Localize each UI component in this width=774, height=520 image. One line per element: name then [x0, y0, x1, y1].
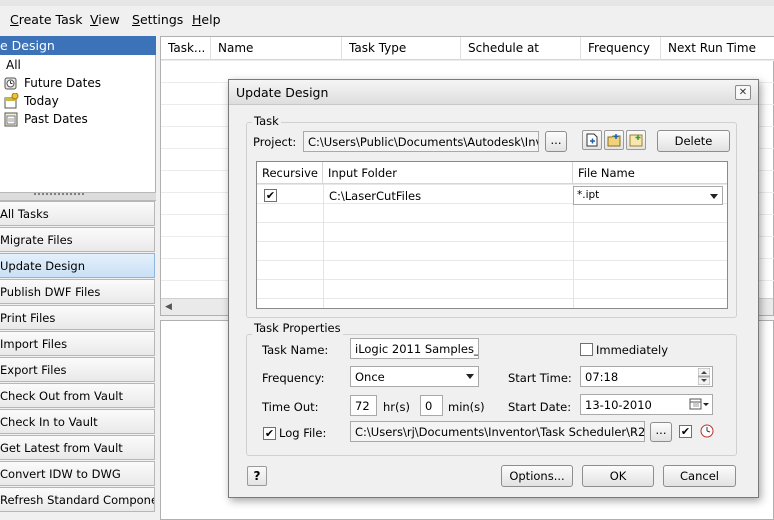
chevron-down-icon — [710, 194, 718, 199]
nav-get-latest-from-vault[interactable]: Get Latest from Vault — [0, 435, 155, 460]
cancel-button[interactable]: Cancel — [663, 465, 736, 487]
dialog-title-bar[interactable]: Update Design ✕ — [229, 80, 758, 105]
menu-view[interactable]: View — [90, 12, 120, 27]
start-time-input[interactable]: 07:18 — [580, 366, 713, 387]
delete-button[interactable]: Delete — [657, 130, 730, 152]
col-task[interactable]: Task... — [161, 37, 211, 60]
timeout-hours-input[interactable]: 72 — [350, 395, 377, 416]
tree-item-label: Past Dates — [24, 112, 88, 126]
calendar-icon[interactable] — [689, 398, 709, 411]
nav-update-design[interactable]: Update Design — [0, 253, 155, 278]
col-divider — [323, 184, 324, 308]
start-date-value: 13-10-2010 — [585, 398, 652, 412]
input-folder-cell[interactable]: C:\LaserCutFiles — [329, 189, 421, 203]
project-field[interactable]: C:\Users\Public\Documents\Autodesk\Inven… — [303, 131, 539, 152]
nav-all-tasks[interactable]: All Tasks — [0, 201, 155, 226]
input-folder-table: Recursive Input Folder File Name ✔ C:\La… — [256, 161, 728, 309]
timeout-label: Time Out: — [262, 400, 319, 414]
add-folder-button[interactable] — [604, 130, 624, 150]
project-browse-button[interactable]: ... — [545, 131, 567, 152]
start-date-label: Start Date: — [508, 400, 572, 414]
immediately-checkbox[interactable] — [580, 343, 593, 356]
file-name-select[interactable]: *.ipt — [573, 186, 723, 205]
today-icon — [4, 93, 19, 109]
col-file-name[interactable]: File Name — [573, 162, 727, 184]
tree-header: e Design — [0, 36, 156, 55]
nav-migrate-files[interactable]: Migrate Files — [0, 227, 155, 252]
tree-item-today[interactable]: Today — [3, 92, 59, 110]
future-dates-icon — [4, 77, 17, 90]
project-label: Project: — [253, 135, 297, 149]
nav-export-files[interactable]: Export Files — [0, 357, 155, 382]
chevron-down-icon — [466, 374, 474, 379]
timeout-minutes-input[interactable]: 0 — [420, 395, 443, 416]
col-name[interactable]: Name — [211, 37, 342, 60]
new-document-icon — [586, 133, 598, 147]
tree-item-future-dates[interactable]: Future Dates — [3, 74, 101, 92]
start-time-value: 07:18 — [585, 370, 619, 384]
nav-print-files[interactable]: Print Files — [0, 305, 155, 330]
close-icon[interactable]: ✕ — [735, 85, 751, 100]
frequency-select[interactable]: Once — [350, 366, 479, 387]
frequency-value: Once — [355, 370, 385, 384]
add-folder-icon — [607, 134, 621, 147]
nav-publish-dwf-files[interactable]: Publish DWF Files — [0, 279, 155, 304]
menu-settings[interactable]: Settings — [132, 12, 183, 27]
nav-convert-idw-to-dwg[interactable]: Convert IDW to DWG — [0, 461, 155, 486]
log-file-label: Log File: — [279, 426, 327, 440]
col-next-run-time[interactable]: Next Run Time — [661, 37, 774, 60]
help-icon: ? — [253, 469, 261, 483]
minutes-unit-label: min(s) — [448, 400, 485, 414]
nav-check-in-to-vault[interactable]: Check In to Vault — [0, 409, 155, 434]
add-files-button[interactable] — [626, 130, 646, 150]
splitter-grip — [34, 193, 84, 200]
immediately-label: Immediately — [596, 343, 668, 357]
grid-header: Task... Name Task Type Schedule at Frequ… — [161, 37, 774, 60]
log-file-checkbox[interactable]: ✔ — [263, 427, 276, 440]
date-filter-tree: e Design All Future Dates Today Past Dat… — [0, 36, 156, 192]
nav-import-files[interactable]: Import Files — [0, 331, 155, 356]
panel-splitter[interactable] — [0, 192, 156, 201]
tree-item-all[interactable]: All — [6, 56, 21, 74]
task-name-input[interactable]: iLogic 2011 Samples_Upd — [350, 338, 479, 359]
col-recursive[interactable]: Recursive — [257, 162, 323, 184]
col-input-folder[interactable]: Input Folder — [323, 162, 573, 184]
hours-unit-label: hr(s) — [383, 400, 410, 414]
dialog-title: Update Design — [236, 85, 329, 100]
col-task-type[interactable]: Task Type — [342, 37, 461, 60]
add-files-icon — [629, 134, 643, 147]
start-date-input[interactable]: 13-10-2010 — [580, 394, 713, 415]
task-group-label: Task — [252, 114, 281, 128]
menu-help[interactable]: Help — [192, 12, 221, 27]
col-schedule-at[interactable]: Schedule at — [461, 37, 581, 60]
folder-table-header: Recursive Input Folder File Name — [257, 162, 727, 184]
spinner-icon[interactable] — [698, 368, 710, 385]
frequency-label: Frequency: — [262, 371, 325, 385]
new-project-button[interactable] — [582, 130, 602, 150]
file-name-value: *.ipt — [577, 189, 600, 201]
tree-item-past-dates[interactable]: Past Dates — [3, 110, 88, 128]
clock-icon[interactable] — [699, 423, 715, 439]
menu-bar: Create Task View Settings Help — [0, 0, 774, 34]
task-name-label: Task Name: — [262, 343, 329, 357]
log-file-browse-button[interactable]: ... — [650, 422, 672, 442]
nav-refresh-standard-components[interactable]: Refresh Standard Components — [0, 487, 155, 512]
ok-button[interactable]: OK — [582, 465, 654, 487]
past-dates-icon — [4, 112, 18, 127]
scroll-left-icon[interactable]: ◀ — [165, 302, 172, 312]
update-design-dialog: Update Design ✕ Task Project: C:\Users\P… — [228, 79, 759, 498]
start-time-label: Start Time: — [508, 371, 572, 385]
log-file-path[interactable]: C:\Users\rj\Documents\Inventor\Task Sche… — [350, 421, 645, 442]
help-button[interactable]: ? — [247, 466, 267, 486]
tree-item-label: All — [6, 58, 21, 72]
col-frequency[interactable]: Frequency — [581, 37, 661, 60]
task-properties-label: Task Properties — [252, 321, 343, 335]
tree-item-label: Future Dates — [24, 76, 101, 90]
nav-check-out-from-vault[interactable]: Check Out from Vault — [0, 383, 155, 408]
tree-item-label: Today — [24, 94, 59, 108]
recursive-checkbox[interactable]: ✔ — [264, 189, 277, 202]
menu-create-task[interactable]: Create Task — [10, 12, 83, 27]
log-file-option-checkbox[interactable]: ✔ — [679, 425, 692, 438]
options-button[interactable]: Options... — [501, 465, 573, 487]
